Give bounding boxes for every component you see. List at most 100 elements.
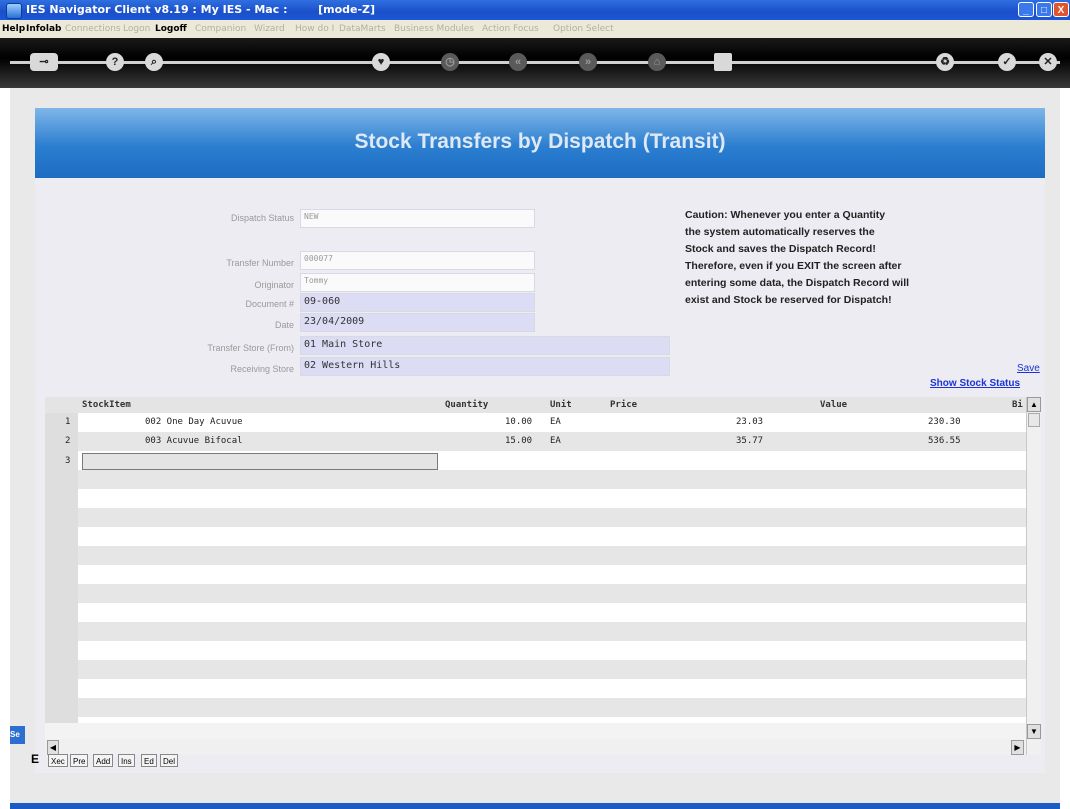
grid-stripe: [78, 717, 1026, 723]
grid-stripe: [78, 584, 1026, 603]
menu-option-select[interactable]: Option Select: [553, 24, 614, 34]
menu-logoff[interactable]: Logoff: [155, 24, 187, 34]
caution-line: Stock and saves the Dispatch Record!: [685, 243, 876, 255]
grid-stripe: [78, 565, 1026, 584]
last-icon[interactable]: »: [579, 53, 597, 71]
menu-datamarts[interactable]: DataMarts: [339, 24, 386, 34]
dispatch-status-field[interactable]: NEW: [300, 209, 535, 228]
menu-wizard[interactable]: Wizard: [254, 24, 285, 34]
scroll-left-icon[interactable]: ◀: [47, 740, 59, 755]
transfer-store-field[interactable]: 01 Main Store: [300, 336, 670, 355]
row-number: 2: [65, 436, 71, 446]
grid-stripe: [78, 679, 1026, 698]
menu-companion[interactable]: Companion: [195, 24, 246, 34]
menu-help[interactable]: Help: [2, 24, 25, 34]
close-icon[interactable]: ✕: [1039, 53, 1057, 71]
cell-value[interactable]: 230.30: [928, 417, 961, 427]
previous-button[interactable]: Pre: [70, 754, 89, 767]
cell-price[interactable]: 23.03: [736, 417, 763, 427]
menu-logon[interactable]: Logon: [123, 24, 150, 34]
page-title: Stock Transfers by Dispatch (Transit): [354, 130, 726, 153]
grid-stripe: [78, 470, 1026, 489]
date-field[interactable]: 23/04/2009: [300, 313, 535, 332]
window-titlebar: IES Navigator Client v8.19 : My IES - Ma…: [0, 0, 1070, 20]
col-value-header[interactable]: Value: [820, 400, 847, 410]
stop-icon[interactable]: [714, 53, 732, 71]
table-row[interactable]: 2 003 Acuvue Bifocal 15.00 EA 35.77 536.…: [45, 433, 1026, 452]
grid-stripe: [78, 698, 1026, 717]
cell-quantity[interactable]: 10.00: [505, 417, 532, 427]
maximize-button[interactable]: □: [1036, 2, 1052, 17]
edit-button[interactable]: Ed: [141, 754, 157, 767]
menu-infolab[interactable]: Infolab: [26, 24, 61, 34]
caution-line: entering some data, the Dispatch Record …: [685, 277, 910, 289]
grid-stripe: [78, 641, 1026, 660]
minimize-button[interactable]: _: [1018, 2, 1034, 17]
menu-how-do-i[interactable]: How do I: [295, 24, 334, 34]
vertical-scroll-thumb[interactable]: [1028, 413, 1040, 427]
grid-header: StockItem Quantity Unit Price Value Bi: [45, 397, 1040, 413]
col-bi-header[interactable]: Bi: [1012, 400, 1023, 410]
document-field[interactable]: 09-060: [300, 293, 535, 312]
search-icon[interactable]: ⌕: [145, 53, 163, 71]
caution-notice: Caution: Whenever you enter a Quantity t…: [685, 207, 1015, 309]
col-quantity-header[interactable]: Quantity: [445, 400, 488, 410]
date-label: Date: [274, 320, 294, 330]
col-price-header[interactable]: Price: [610, 400, 637, 410]
cell-unit[interactable]: EA: [550, 436, 561, 446]
recycle-icon[interactable]: ♻: [936, 53, 954, 71]
insert-button[interactable]: Ins: [118, 754, 135, 767]
row-number: 3: [65, 456, 71, 466]
caution-line: Therefore, even if you EXIT the screen a…: [685, 260, 902, 272]
toolbar: ⊸ ? ⌕ ♥ ◷ « » ⌂ ♻ ✓ ✕: [0, 38, 1070, 88]
transfer-number-field[interactable]: 000077: [300, 251, 535, 270]
col-unit-header[interactable]: Unit: [550, 400, 572, 410]
cell-quantity[interactable]: 15.00: [505, 436, 532, 446]
scroll-down-icon[interactable]: ▼: [1027, 724, 1041, 739]
delete-button[interactable]: Del: [160, 754, 179, 767]
clipped-side-label: E: [31, 752, 40, 766]
row-number: 1: [65, 417, 71, 427]
table-row[interactable]: 1 002 One Day Acuvue 10.00 EA 23.03 230.…: [45, 414, 1026, 433]
menu-connections[interactable]: Connections: [65, 24, 121, 34]
key-icon[interactable]: ⊸: [30, 53, 58, 71]
menu-action-focus[interactable]: Action Focus: [482, 24, 539, 34]
tree-icon[interactable]: ⌂: [648, 53, 666, 71]
cell-stock-item[interactable]: 002 One Day Acuvue: [145, 417, 243, 427]
page-header: Stock Transfers by Dispatch (Transit): [35, 108, 1045, 178]
cell-unit[interactable]: EA: [550, 417, 561, 427]
help-icon[interactable]: ?: [106, 53, 124, 71]
grid-stripe: [78, 603, 1026, 622]
show-stock-status-link[interactable]: Show Stock Status: [930, 378, 1020, 389]
transfer-number-label: Transfer Number: [226, 258, 294, 268]
grid-stripe: [78, 546, 1026, 565]
check-icon[interactable]: ✓: [998, 53, 1016, 71]
cell-stock-item[interactable]: 003 Acuvue Bifocal: [145, 436, 243, 446]
cell-value[interactable]: 536.55: [928, 436, 961, 446]
scroll-up-icon[interactable]: ▲: [1027, 397, 1041, 412]
menu-business-modules[interactable]: Business Modules: [394, 24, 474, 34]
receiving-store-field[interactable]: 02 Western Hills: [300, 357, 670, 376]
exec-button[interactable]: Xec: [48, 754, 68, 767]
horizontal-scrollbar[interactable]: ◀ ▶: [45, 739, 1026, 755]
table-row[interactable]: 3: [45, 453, 1026, 472]
grid-stripe: [78, 622, 1026, 641]
add-button[interactable]: Add: [93, 754, 114, 767]
heart-icon[interactable]: ♥: [372, 53, 390, 71]
first-icon[interactable]: «: [509, 53, 527, 71]
close-window-button[interactable]: X: [1053, 2, 1069, 17]
originator-label: Originator: [254, 280, 294, 290]
cell-price[interactable]: 35.77: [736, 436, 763, 446]
transfer-store-label: Transfer Store (From): [207, 343, 294, 353]
originator-field[interactable]: Tommy: [300, 273, 535, 292]
grid-stripe: [78, 527, 1026, 546]
menu-bar: Help Infolab Connections Logon Logoff Co…: [0, 20, 1070, 38]
clipped-side-tab[interactable]: Se: [10, 726, 25, 744]
col-stockitem-header[interactable]: StockItem: [82, 400, 131, 410]
clock-icon[interactable]: ◷: [441, 53, 459, 71]
scroll-right-icon[interactable]: ▶: [1011, 740, 1024, 755]
toolbar-line: [10, 61, 1060, 64]
vertical-scrollbar[interactable]: ▲ ▼: [1026, 397, 1041, 755]
window-bottom-border: [10, 803, 1060, 809]
save-link[interactable]: Save: [1017, 363, 1040, 374]
